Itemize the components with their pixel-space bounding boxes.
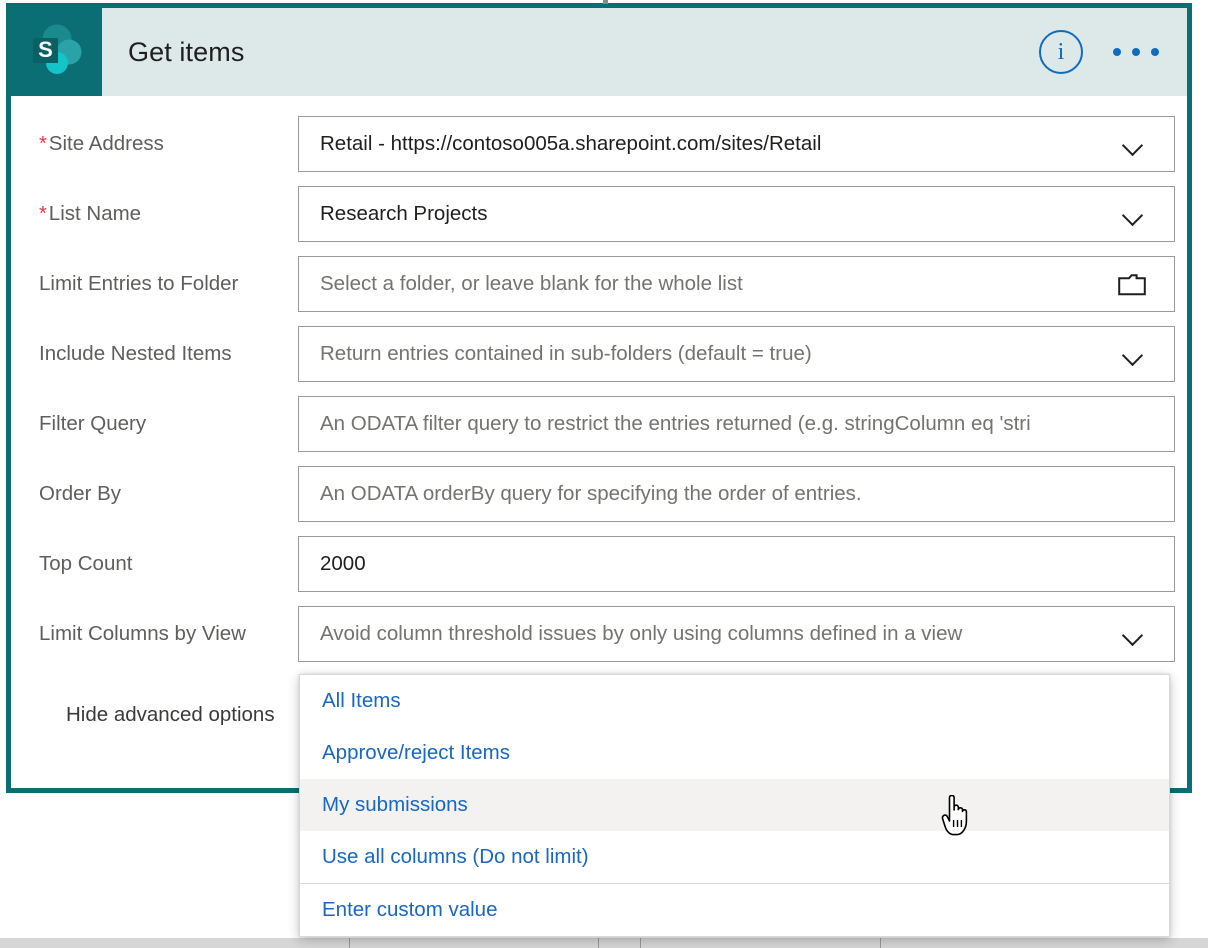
top-count-field[interactable]: 2000: [298, 536, 1175, 592]
limit-columns-by-view-placeholder: Avoid column threshold issues by only us…: [299, 622, 962, 646]
card-header: S Get items i: [11, 8, 1187, 96]
include-nested-items-field[interactable]: Return entries contained in sub-folders …: [298, 326, 1175, 382]
form-row-list-name: *List Name Research Projects: [11, 186, 1187, 256]
form-row-limit-columns-by-view: Limit Columns by View Avoid column thres…: [11, 606, 1187, 676]
filter-query-field[interactable]: An ODATA filter query to restrict the en…: [298, 396, 1175, 452]
list-name-field[interactable]: Research Projects: [298, 186, 1175, 242]
chevron-down-icon[interactable]: [1123, 138, 1144, 150]
label-list-name: *List Name: [11, 186, 298, 226]
folder-icon[interactable]: [1118, 273, 1146, 301]
include-nested-items-placeholder: Return entries contained in sub-folders …: [299, 342, 812, 366]
label-order-by: Order By: [11, 466, 298, 506]
chevron-down-icon[interactable]: [1123, 208, 1144, 220]
limit-columns-by-view-field[interactable]: Avoid column threshold issues by only us…: [298, 606, 1175, 662]
top-count-value: 2000: [299, 552, 366, 576]
dropdown-item-use-all-columns[interactable]: Use all columns (Do not limit): [300, 831, 1169, 883]
limit-columns-by-view-dropdown-menu: All Items Approve/reject Items My submis…: [299, 674, 1170, 937]
sharepoint-logo-icon: S: [11, 8, 102, 96]
label-filter-query: Filter Query: [11, 396, 298, 436]
list-name-value: Research Projects: [299, 202, 487, 226]
form-row-order-by: Order By An ODATA orderBy query for spec…: [11, 466, 1187, 536]
more-dot: [1113, 48, 1121, 56]
form-body: *Site Address Retail - https://contoso00…: [11, 96, 1187, 754]
form-row-site-address: *Site Address Retail - https://contoso00…: [11, 116, 1187, 186]
label-limit-entries-to-folder: Limit Entries to Folder: [11, 256, 298, 296]
order-by-placeholder: An ODATA orderBy query for specifying th…: [299, 482, 862, 506]
svg-text:S: S: [38, 37, 53, 62]
label-top-count: Top Count: [11, 536, 298, 576]
limit-entries-to-folder-placeholder: Select a folder, or leave blank for the …: [299, 272, 743, 296]
page-title: Get items: [128, 37, 244, 68]
required-asterisk: *: [39, 133, 47, 155]
background-table-strip: [0, 938, 1208, 948]
form-row-limit-entries-to-folder: Limit Entries to Folder Select a folder,…: [11, 256, 1187, 326]
label-site-address: *Site Address: [11, 116, 298, 156]
header-actions: i: [1039, 30, 1187, 74]
dropdown-item-approve-reject-items[interactable]: Approve/reject Items: [300, 727, 1169, 779]
flow-connector-notch: [603, 0, 608, 4]
info-icon[interactable]: i: [1039, 30, 1083, 74]
chevron-down-icon[interactable]: [1123, 628, 1144, 640]
form-row-top-count: Top Count 2000: [11, 536, 1187, 606]
dropdown-item-my-submissions[interactable]: My submissions: [300, 779, 1169, 831]
form-row-filter-query: Filter Query An ODATA filter query to re…: [11, 396, 1187, 466]
label-limit-columns-by-view: Limit Columns by View: [11, 606, 298, 646]
info-glyph: i: [1058, 40, 1065, 64]
filter-query-placeholder: An ODATA filter query to restrict the en…: [299, 412, 1031, 436]
order-by-field[interactable]: An ODATA orderBy query for specifying th…: [298, 466, 1175, 522]
label-include-nested-items: Include Nested Items: [11, 326, 298, 366]
limit-entries-to-folder-field[interactable]: Select a folder, or leave blank for the …: [298, 256, 1175, 312]
site-address-value: Retail - https://contoso005a.sharepoint.…: [299, 132, 821, 156]
chevron-down-icon[interactable]: [1123, 348, 1144, 360]
more-dot: [1151, 48, 1159, 56]
more-options-icon[interactable]: [1113, 48, 1159, 56]
dropdown-item-enter-custom-value[interactable]: Enter custom value: [300, 884, 1169, 936]
form-row-include-nested-items: Include Nested Items Return entries cont…: [11, 326, 1187, 396]
dropdown-item-all-items[interactable]: All Items: [300, 675, 1169, 727]
more-dot: [1132, 48, 1140, 56]
hide-advanced-options-button[interactable]: Hide advanced options: [66, 703, 275, 727]
site-address-field[interactable]: Retail - https://contoso005a.sharepoint.…: [298, 116, 1175, 172]
required-asterisk: *: [39, 203, 47, 225]
